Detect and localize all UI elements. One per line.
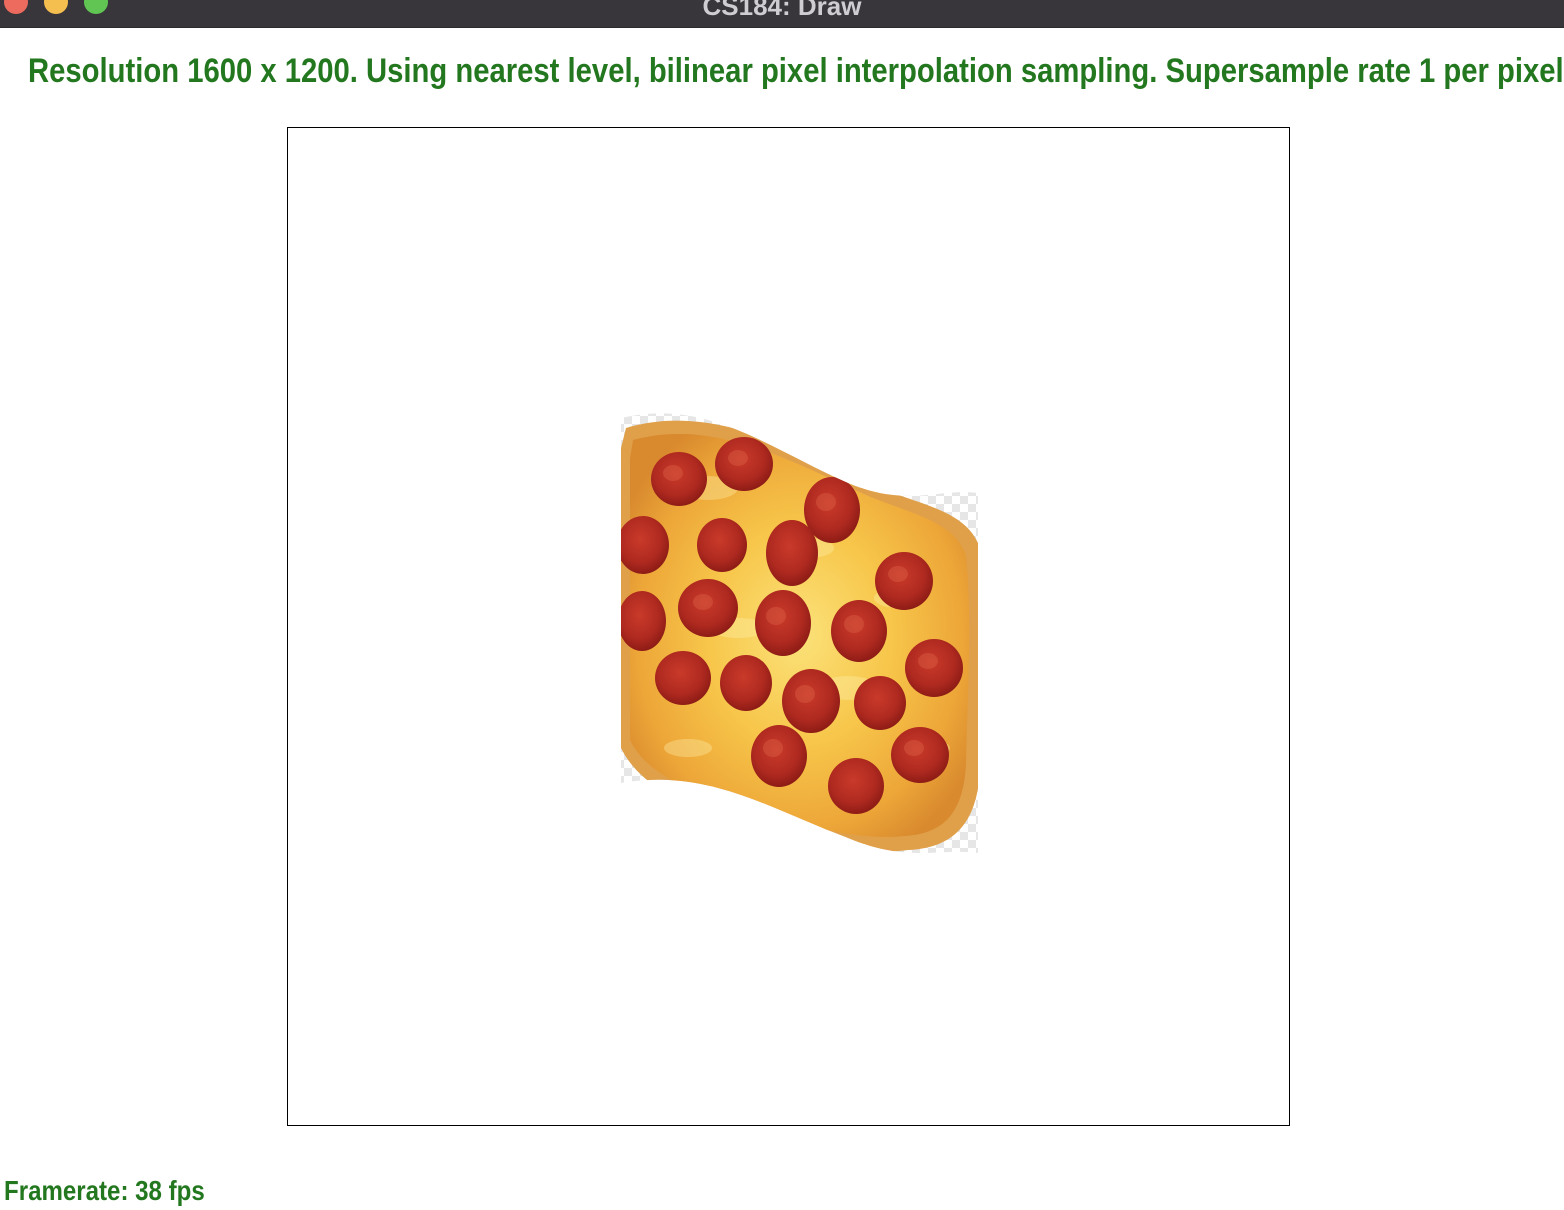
- window-titlebar: CS184: Draw: [0, 0, 1564, 28]
- framerate-readout: Framerate: 38 fps: [4, 1175, 205, 1206]
- render-status-text: Resolution 1600 x 1200. Using nearest le…: [28, 52, 1564, 90]
- window-title: CS184: Draw: [702, 0, 862, 21]
- draw-viewport[interactable]: [287, 127, 1290, 1126]
- pizza-texture-image: [621, 413, 978, 853]
